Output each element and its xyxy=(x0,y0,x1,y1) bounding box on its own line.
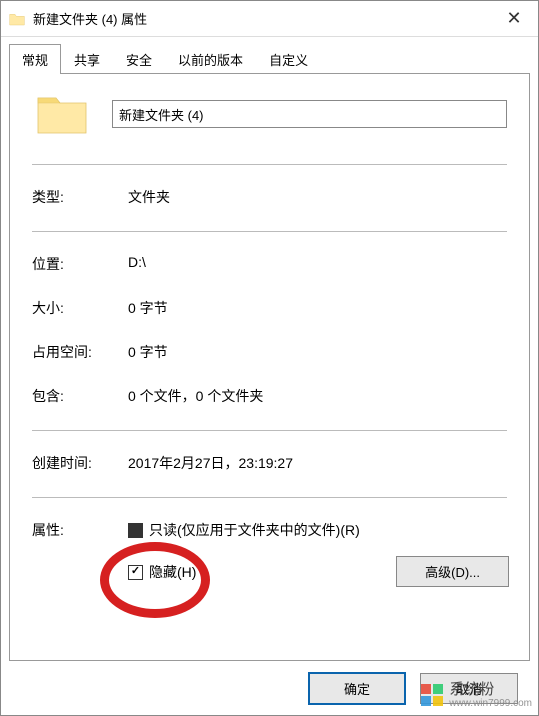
tab-general[interactable]: 常规 xyxy=(9,44,61,74)
label-location: 位置: xyxy=(32,254,128,274)
close-button[interactable]: ✕ xyxy=(490,1,538,37)
tab-share[interactable]: 共享 xyxy=(61,44,113,74)
divider xyxy=(32,164,507,165)
advanced-button[interactable]: 高级(D)... xyxy=(396,556,509,587)
folder-large-icon xyxy=(36,92,88,136)
row-contains: 包含: 0 个文件，0 个文件夹 xyxy=(32,386,507,406)
tab-previous-versions[interactable]: 以前的版本 xyxy=(165,44,256,74)
row-type: 类型: 文件夹 xyxy=(32,187,507,207)
divider xyxy=(32,430,507,431)
divider xyxy=(32,231,507,232)
watermark: 系统粉 www.win7999.com xyxy=(421,682,532,710)
properties-dialog: 新建文件夹 (4) 属性 ✕ 常规 共享 安全 以前的版本 自定义 类型: 文件… xyxy=(0,0,539,716)
watermark-url: www.win7999.com xyxy=(449,698,532,709)
ok-button[interactable]: 确定 xyxy=(308,672,406,705)
general-panel: 类型: 文件夹 位置: D:\ 大小: 0 字节 占用空间: 0 字节 包含: … xyxy=(9,73,530,661)
window-title: 新建文件夹 (4) 属性 xyxy=(33,9,490,28)
row-size: 大小: 0 字节 xyxy=(32,298,507,318)
folder-header-row xyxy=(32,92,507,136)
label-size-on-disk: 占用空间: xyxy=(32,342,128,362)
row-location: 位置: D:\ xyxy=(32,254,507,274)
tab-customize[interactable]: 自定义 xyxy=(256,44,321,74)
tab-strip: 常规 共享 安全 以前的版本 自定义 xyxy=(9,44,530,74)
value-created: 2017年2月27日，23:19:27 xyxy=(128,453,507,473)
row-attributes: 属性: 只读(仅应用于文件夹中的文件)(R) 隐藏(H) 高级(D)... xyxy=(32,520,507,582)
readonly-checkbox-row: 只读(仅应用于文件夹中的文件)(R) xyxy=(128,520,360,540)
watermark-text: 系统粉 www.win7999.com xyxy=(449,682,532,710)
folder-icon xyxy=(9,12,25,26)
value-size-on-disk: 0 字节 xyxy=(128,342,507,362)
value-contains: 0 个文件，0 个文件夹 xyxy=(128,386,507,406)
row-size-on-disk: 占用空间: 0 字节 xyxy=(32,342,507,362)
watermark-logo-icon xyxy=(421,684,443,706)
readonly-checkbox[interactable] xyxy=(128,523,143,538)
hidden-label: 隐藏(H) xyxy=(149,562,196,582)
label-contains: 包含: xyxy=(32,386,128,406)
value-size: 0 字节 xyxy=(128,298,507,318)
row-created: 创建时间: 2017年2月27日，23:19:27 xyxy=(32,453,507,473)
hidden-checkbox[interactable] xyxy=(128,565,143,580)
value-type: 文件夹 xyxy=(128,187,507,207)
readonly-label: 只读(仅应用于文件夹中的文件)(R) xyxy=(149,520,360,540)
label-type: 类型: xyxy=(32,187,128,207)
tab-security[interactable]: 安全 xyxy=(113,44,165,74)
folder-name-input[interactable] xyxy=(112,100,507,128)
titlebar: 新建文件夹 (4) 属性 ✕ xyxy=(1,1,538,37)
divider xyxy=(32,497,507,498)
hidden-checkbox-row: 隐藏(H) xyxy=(128,562,360,582)
watermark-brand: 系统粉 xyxy=(449,682,532,699)
label-created: 创建时间: xyxy=(32,453,128,473)
label-attributes: 属性: xyxy=(32,520,128,540)
value-location: D:\ xyxy=(128,254,507,270)
tabs-container: 常规 共享 安全 以前的版本 自定义 类型: 文件夹 位置: xyxy=(1,37,538,661)
attributes-column: 只读(仅应用于文件夹中的文件)(R) 隐藏(H) xyxy=(128,520,360,582)
label-size: 大小: xyxy=(32,298,128,318)
